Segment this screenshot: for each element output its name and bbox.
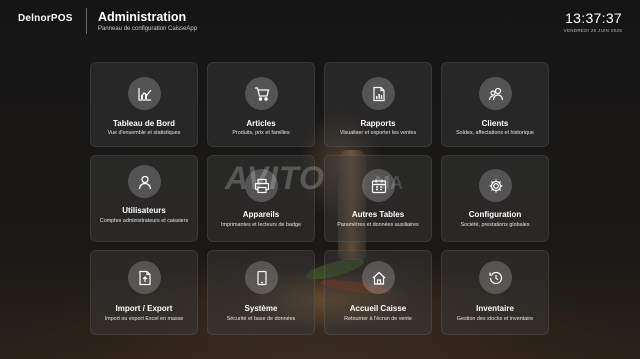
tablet-icon bbox=[245, 261, 278, 294]
watermark-suffix: MA bbox=[375, 173, 403, 193]
history-icon bbox=[479, 261, 512, 294]
tile-label: Utilisateurs bbox=[122, 206, 166, 215]
file-import-icon bbox=[128, 261, 161, 294]
watermark-logo: AVITO bbox=[225, 160, 325, 196]
tile-configuration[interactable]: Configuration Société, prestations globa… bbox=[441, 155, 549, 242]
tile-clients[interactable]: Clients Soldes, affectations et historiq… bbox=[441, 62, 549, 147]
tile-label: Clients bbox=[481, 119, 509, 128]
home-icon bbox=[362, 261, 395, 294]
tile-label: Système bbox=[244, 304, 278, 313]
clock-date: VENDREDI 26 JUIN 2026 bbox=[563, 28, 622, 33]
page-title: Administration bbox=[98, 10, 187, 24]
tile-label: Accueil Caisse bbox=[349, 304, 407, 313]
tile-description: Visualiser et exporter les ventes bbox=[339, 130, 417, 136]
app-logo: DelnorPOS bbox=[18, 13, 73, 24]
chart-icon bbox=[128, 77, 161, 110]
report-icon bbox=[362, 77, 395, 110]
tile-autres-tables[interactable]: Autres Tables Paramètres et données auxi… bbox=[324, 155, 432, 242]
tile-description: Société, prestations globales bbox=[460, 222, 530, 228]
tile-label: Appareils bbox=[242, 210, 280, 219]
tile-tableau-de-bord[interactable]: Tableau de Bord Vue d'ensemble et statis… bbox=[90, 62, 198, 147]
tile-description: Soldes, affectations et historique bbox=[456, 130, 534, 136]
tile-description: Comptes administrateurs et caissiers bbox=[99, 218, 189, 224]
tile-description: Import ou export Excel en masse bbox=[104, 316, 184, 322]
tile-description: Sécurité et base de données bbox=[226, 316, 296, 322]
cart-icon bbox=[245, 77, 278, 110]
tile-rapports[interactable]: Rapports Visualiser et exporter les vent… bbox=[324, 62, 432, 147]
gear-icon bbox=[479, 169, 512, 202]
tile-description: Paramètres et données auxiliaires bbox=[337, 222, 419, 228]
tile-label: Autres Tables bbox=[351, 210, 405, 219]
tile-description: Gestion des stocks et inventaire bbox=[456, 316, 534, 322]
tile-label: Rapports bbox=[360, 119, 396, 128]
clients-icon bbox=[479, 77, 512, 110]
tile-inventaire[interactable]: Inventaire Gestion des stocks et inventa… bbox=[441, 250, 549, 335]
clock-time: 13:37:37 bbox=[565, 10, 622, 26]
tile-utilisateurs[interactable]: Utilisateurs Comptes administrateurs et … bbox=[90, 155, 198, 242]
tile-label: Import / Export bbox=[115, 304, 173, 313]
tile-label: Configuration bbox=[468, 210, 522, 219]
page-subtitle: Panneau de configuration CaisseApp bbox=[98, 26, 198, 32]
tile-description: Vue d'ensemble et statistiques bbox=[107, 130, 181, 136]
tile-systeme[interactable]: Système Sécurité et base de données bbox=[207, 250, 315, 335]
tile-import-export[interactable]: Import / Export Import ou export Excel e… bbox=[90, 250, 198, 335]
tile-label: Articles bbox=[246, 119, 276, 128]
user-icon bbox=[128, 165, 161, 198]
tile-label: Inventaire bbox=[476, 304, 514, 313]
tile-description: Produits, prix et familles bbox=[232, 130, 290, 136]
header: DelnorPOS Administration Panneau de conf… bbox=[0, 0, 640, 42]
tile-label: Tableau de Bord bbox=[112, 119, 176, 128]
header-divider bbox=[86, 8, 87, 34]
tile-description: Imprimantes et lecteurs de badge bbox=[220, 222, 301, 228]
tile-accueil-caisse[interactable]: Accueil Caisse Retourner à l'écran de ve… bbox=[324, 250, 432, 335]
tile-description: Retourner à l'écran de vente bbox=[344, 316, 412, 322]
tile-articles[interactable]: Articles Produits, prix et familles bbox=[207, 62, 315, 147]
